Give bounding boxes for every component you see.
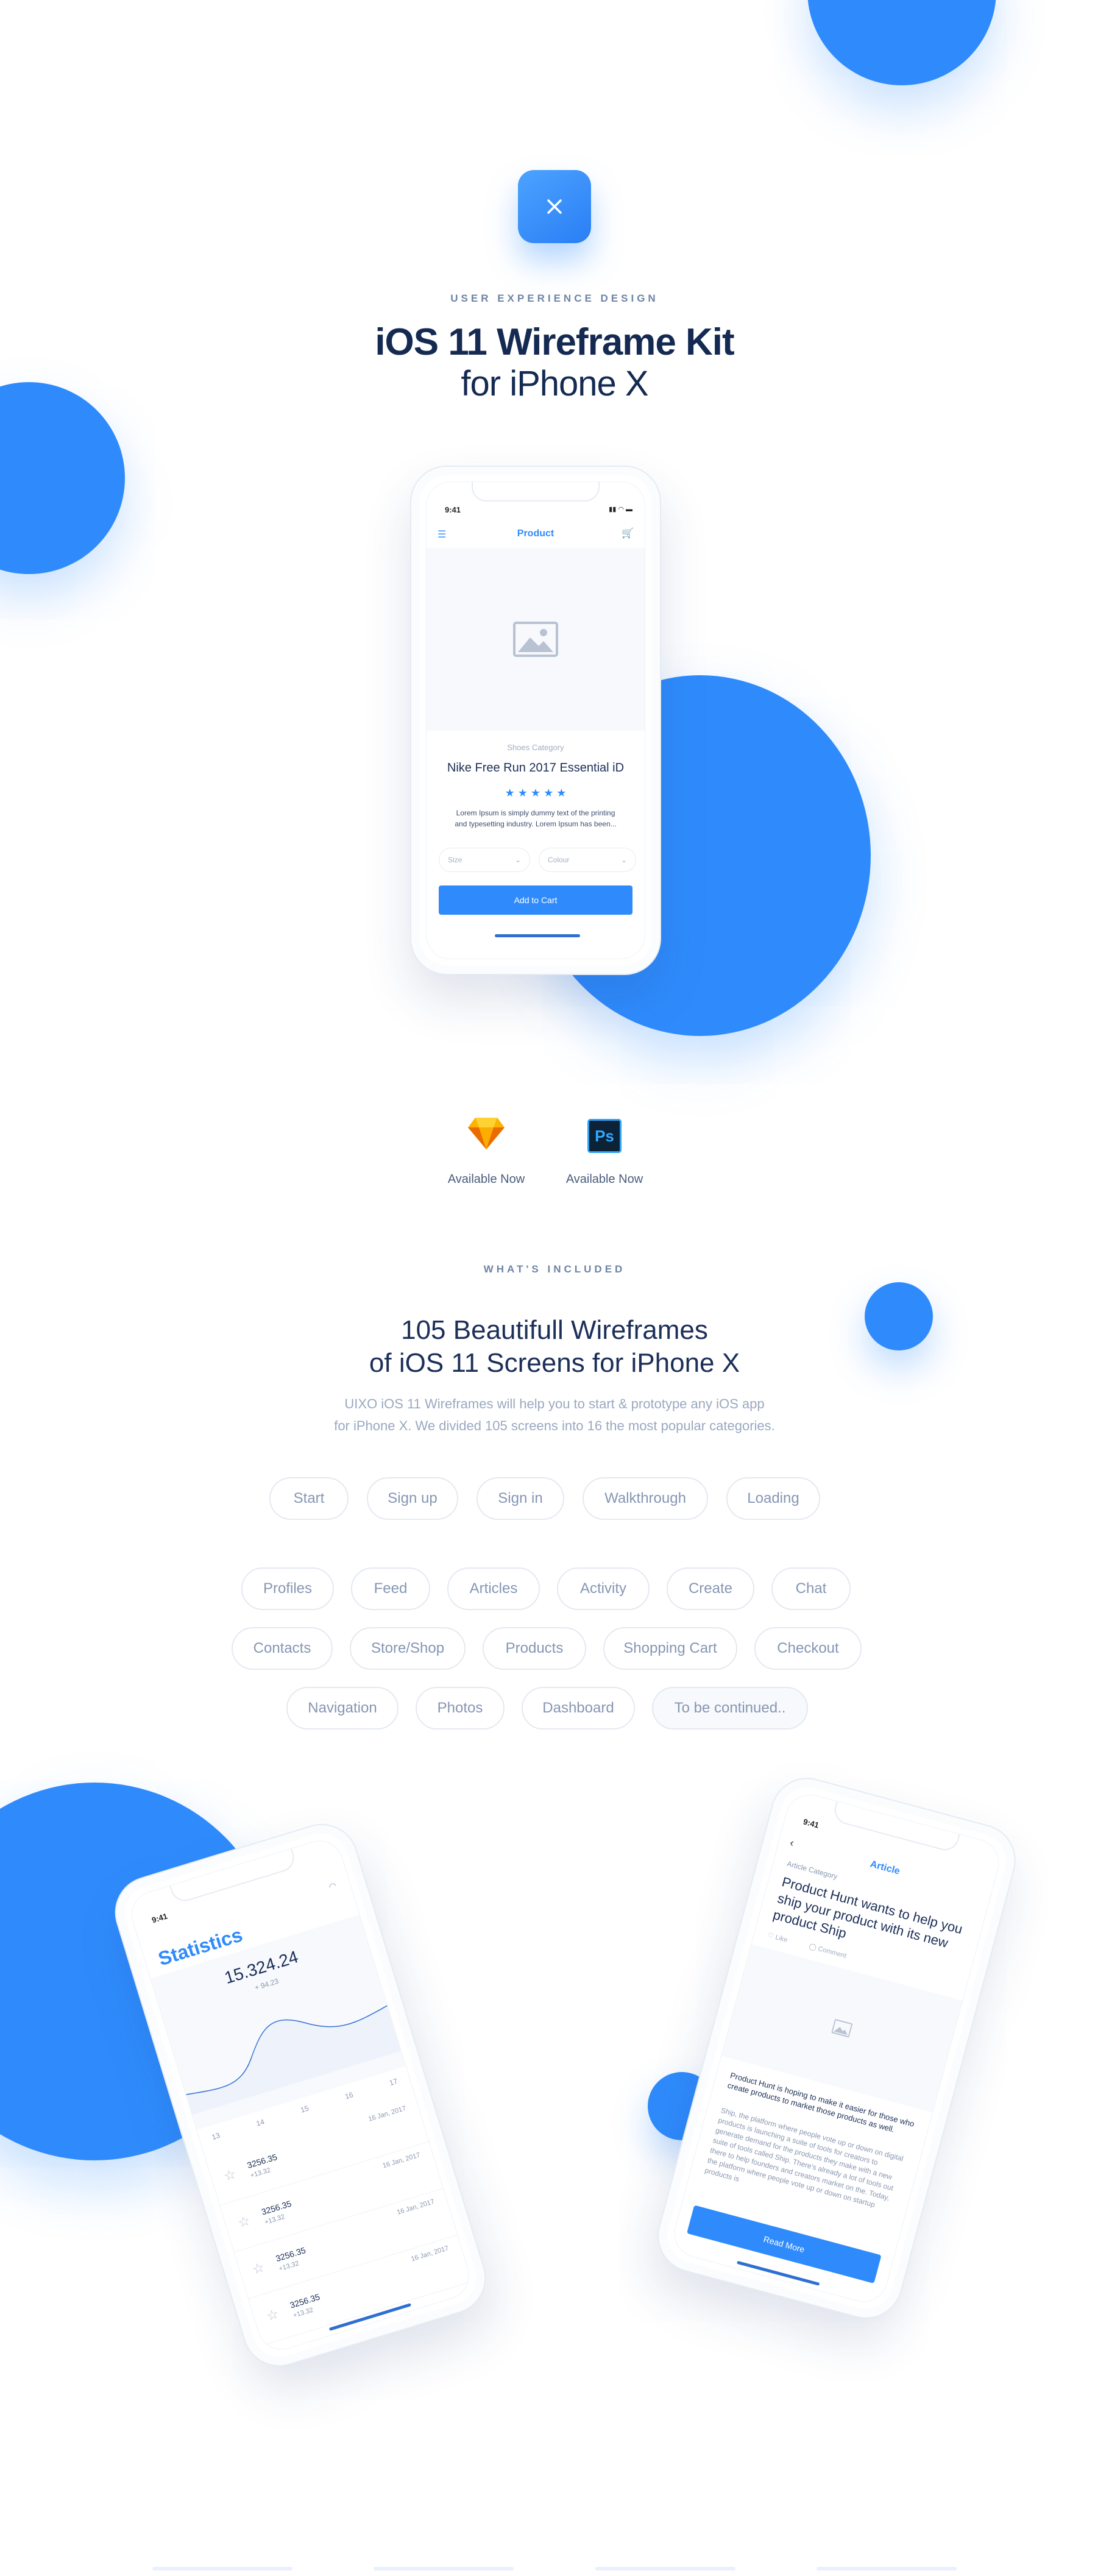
status-icons: ▮▮ ◠ ▬ bbox=[609, 506, 632, 513]
row-date: 16 Jan, 2017 bbox=[410, 2244, 450, 2263]
category-chip-to-be-continued: To be continued.. bbox=[652, 1687, 808, 1730]
hint-block bbox=[152, 2567, 292, 2571]
x-label: 15 bbox=[299, 2104, 310, 2115]
category-chip-store-shop[interactable]: Store/Shop bbox=[350, 1627, 466, 1670]
product-nav-title: Product bbox=[517, 528, 554, 539]
home-indicator bbox=[495, 934, 580, 937]
chevron-down-icon: ⌄ bbox=[620, 856, 627, 864]
category-chip-sign-up[interactable]: Sign up bbox=[367, 1477, 458, 1520]
size-select[interactable]: Size ⌄ bbox=[439, 848, 530, 872]
category-chip-dashboard[interactable]: Dashboard bbox=[522, 1687, 635, 1730]
x-label: 13 bbox=[210, 2131, 221, 2142]
included-desc-line2: for iPhone X. We divided 105 screens int… bbox=[334, 1418, 775, 1433]
statistics-screen: 9:41 ◠ Statistics 15.324.24 + 94.23 13 1… bbox=[126, 1834, 475, 2356]
product-phone-mockup: 9:41 ▮▮ ◠ ▬ ☰ Product 🛒 Shoes Category N… bbox=[410, 466, 661, 975]
row-value: 3256.35 bbox=[260, 2198, 293, 2217]
included-desc-line1: UIXO iOS 11 Wireframes will help you to … bbox=[344, 1396, 765, 1411]
product-description-line1: Lorem Ipsum is simply dummy text of the … bbox=[456, 809, 615, 817]
image-icon bbox=[831, 2019, 853, 2038]
add-to-cart-button[interactable]: Add to Cart bbox=[439, 885, 632, 915]
category-chip-articles[interactable]: Articles bbox=[447, 1567, 540, 1610]
product-description-line2: and typesetting industry. Lorem Ipsum ha… bbox=[455, 820, 617, 828]
colour-select-label: Colour bbox=[548, 856, 570, 864]
category-chip-products[interactable]: Products bbox=[483, 1627, 586, 1670]
category-chip-shopping-cart[interactable]: Shopping Cart bbox=[603, 1627, 737, 1670]
category-chip-contacts[interactable]: Contacts bbox=[232, 1627, 333, 1670]
image-icon bbox=[513, 622, 558, 657]
category-chip-chat[interactable]: Chat bbox=[771, 1567, 851, 1610]
category-chip-feed[interactable]: Feed bbox=[351, 1567, 430, 1610]
product-category: Shoes Category bbox=[507, 743, 564, 752]
photoshop-availability: Available Now bbox=[565, 1173, 643, 1186]
product-image-placeholder bbox=[427, 548, 645, 731]
category-chip-checkout[interactable]: Checkout bbox=[754, 1627, 862, 1670]
sketch-availability: Available Now bbox=[447, 1173, 525, 1186]
status-time: 9:41 bbox=[151, 1911, 169, 1925]
product-name: Nike Free Run 2017 Essential iD bbox=[447, 761, 625, 775]
hint-block bbox=[374, 2567, 514, 2571]
article-phone-mockup: 9:41 ‹ Article Article Category Product … bbox=[649, 1769, 1024, 2327]
star-icon[interactable]: ☆ bbox=[250, 2259, 266, 2278]
category-chip-create[interactable]: Create bbox=[667, 1567, 754, 1610]
decor-circle-left bbox=[0, 382, 125, 574]
phone-notch bbox=[472, 482, 600, 502]
row-date: 16 Jan, 2017 bbox=[367, 2104, 407, 2123]
status-time: 9:41 bbox=[445, 505, 461, 514]
star-icon[interactable]: ☆ bbox=[222, 2166, 238, 2185]
hero-title: iOS 11 Wireframe Kit bbox=[375, 321, 734, 363]
page: USER EXPERIENCE DESIGN iOS 11 Wireframe … bbox=[0, 0, 1109, 2576]
photoshop-icon: Ps bbox=[587, 1119, 622, 1153]
category-chip-profiles[interactable]: Profiles bbox=[241, 1567, 334, 1610]
row-value: 3256.35 bbox=[246, 2152, 278, 2171]
star-icon[interactable]: ☆ bbox=[264, 2306, 280, 2325]
x-label: 16 bbox=[344, 2090, 355, 2101]
category-chip-photos[interactable]: Photos bbox=[416, 1687, 505, 1730]
comment-button[interactable]: ◯ Comment bbox=[808, 1942, 847, 1960]
headphones-icon[interactable]: ◠ bbox=[328, 1880, 338, 1892]
hint-block bbox=[595, 2567, 735, 2571]
cart-icon[interactable]: 🛒 bbox=[622, 527, 634, 539]
row-date: 16 Jan, 2017 bbox=[395, 2198, 436, 2216]
row-value: 3256.35 bbox=[274, 2245, 307, 2264]
comment-label: Comment bbox=[817, 1945, 848, 1960]
chevron-down-icon: ⌄ bbox=[514, 856, 521, 864]
app-logo bbox=[518, 170, 591, 243]
category-chip-sign-in[interactable]: Sign in bbox=[477, 1477, 564, 1520]
included-title-line2: of iOS 11 Screens for iPhone X bbox=[369, 1348, 740, 1378]
close-icon bbox=[547, 199, 562, 214]
hero-eyebrow: USER EXPERIENCE DESIGN bbox=[450, 293, 659, 304]
included-eyebrow: WHAT'S INCLUDED bbox=[483, 1263, 626, 1275]
category-chip-loading[interactable]: Loading bbox=[726, 1477, 820, 1520]
category-chip-activity[interactable]: Activity bbox=[557, 1567, 650, 1610]
row-value: 3256.35 bbox=[288, 2291, 321, 2310]
sketch-icon bbox=[467, 1116, 506, 1151]
x-label: 17 bbox=[388, 2076, 399, 2088]
category-chip-navigation[interactable]: Navigation bbox=[286, 1687, 399, 1730]
article-screen: 9:41 ‹ Article Article Category Product … bbox=[668, 1789, 1005, 2308]
next-section-hint bbox=[152, 2567, 957, 2576]
like-label: Like bbox=[774, 1934, 788, 1944]
row-value: 3256.35 bbox=[302, 2335, 335, 2354]
rating-stars: ★ ★ ★ ★ ★ bbox=[505, 787, 567, 799]
phone-notch bbox=[831, 1800, 961, 1854]
category-chip-start[interactable]: Start bbox=[269, 1477, 349, 1520]
row-date: 16 Jan, 2017 bbox=[381, 2151, 421, 2170]
hint-block bbox=[816, 2567, 957, 2571]
colour-select[interactable]: Colour ⌄ bbox=[539, 848, 636, 872]
x-label: 14 bbox=[255, 2117, 266, 2128]
product-screen: 9:41 ▮▮ ◠ ▬ ☰ Product 🛒 Shoes Category N… bbox=[426, 481, 645, 959]
status-time: 9:41 bbox=[802, 1817, 820, 1830]
size-select-label: Size bbox=[448, 856, 462, 864]
included-title-line1: 105 Beautifull Wireframes bbox=[401, 1315, 708, 1345]
category-chip-walkthrough[interactable]: Walkthrough bbox=[583, 1477, 708, 1520]
star-icon[interactable]: ☆ bbox=[236, 2213, 252, 2232]
like-button[interactable]: ♡ Like bbox=[767, 1931, 788, 1944]
hero-subtitle: for iPhone X bbox=[461, 364, 648, 403]
decor-circle-top-right bbox=[807, 0, 996, 85]
